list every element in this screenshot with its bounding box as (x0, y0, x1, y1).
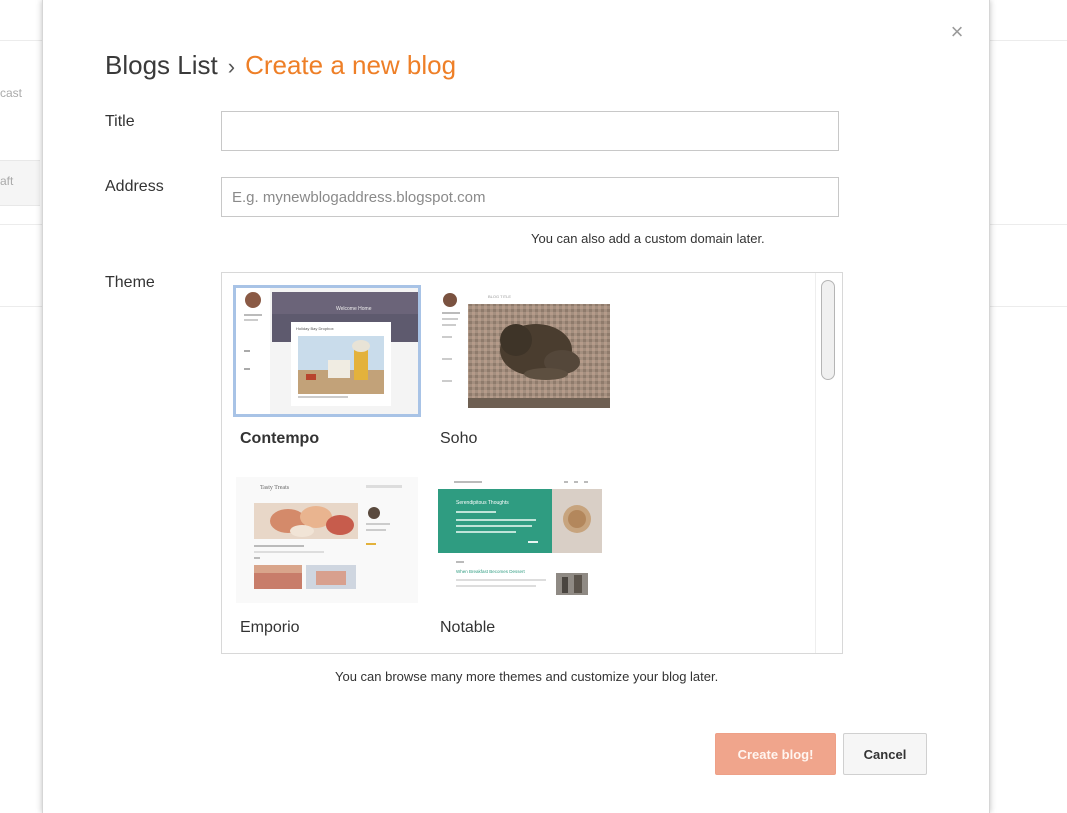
notable-title-text: Serendipitous Thoughts (456, 500, 509, 506)
theme-scrollbar[interactable] (815, 273, 842, 653)
address-hint: You can also add a custom domain later. (531, 231, 765, 246)
address-label: Address (105, 178, 164, 195)
contempo-post-text: Holiday Bay Dropbox (296, 326, 334, 331)
page-title: Create a new blog (245, 50, 457, 80)
breadcrumb-blogs-list[interactable]: Blogs List (105, 50, 218, 80)
scrollbar-thumb[interactable] (821, 280, 835, 380)
title-label: Title (105, 113, 135, 130)
title-input[interactable] (221, 111, 839, 151)
address-input[interactable] (221, 177, 839, 217)
theme-thumbnail-contempo: Welcome Home Holiday Bay Dropbox (233, 285, 421, 417)
breadcrumb-separator-icon: › (227, 54, 236, 79)
background-text-fragment: aft (0, 174, 14, 188)
contempo-preview-image: Welcome Home Holiday Bay Dropbox (236, 288, 418, 414)
soho-header-text: BLOG TITLE (488, 294, 511, 299)
close-icon[interactable]: × (945, 20, 969, 44)
contempo-header-text: Welcome Home (336, 306, 372, 312)
theme-thumbnail-soho: BLOG TITLE (436, 288, 618, 414)
cancel-button[interactable]: Cancel (843, 733, 927, 775)
theme-name-emporio: Emporio (240, 619, 300, 636)
emporio-preview-image: Tasty Treats (236, 477, 418, 603)
theme-name-contempo: Contempo (240, 430, 320, 447)
background-text-fragment: cast (0, 86, 23, 100)
soho-preview-image: BLOG TITLE (436, 288, 618, 414)
theme-hint: You can browse many more themes and cust… (335, 669, 719, 684)
notable-link-text: When Breakfast Becomes Dessert (456, 569, 526, 574)
create-blog-dialog: × Blogs List › Create a new blog Title Add… (42, 0, 990, 813)
theme-thumbnail-emporio: Tasty Treats (236, 477, 418, 603)
notable-preview-image: Serendipitous Thoughts When Breakfast Be… (436, 477, 618, 603)
emporio-title-text: Tasty Treats (260, 485, 290, 491)
theme-name-soho: Soho (440, 430, 478, 447)
create-blog-button[interactable]: Create blog! (715, 733, 836, 775)
theme-label: Theme (105, 274, 155, 291)
breadcrumb: Blogs List › Create a new blog (105, 50, 456, 81)
theme-name-notable: Notable (440, 619, 496, 636)
theme-picker[interactable]: Welcome Home Holiday Bay Dropbox Contemp… (221, 272, 843, 654)
theme-thumbnail-notable: Serendipitous Thoughts When Breakfast Be… (436, 477, 618, 603)
